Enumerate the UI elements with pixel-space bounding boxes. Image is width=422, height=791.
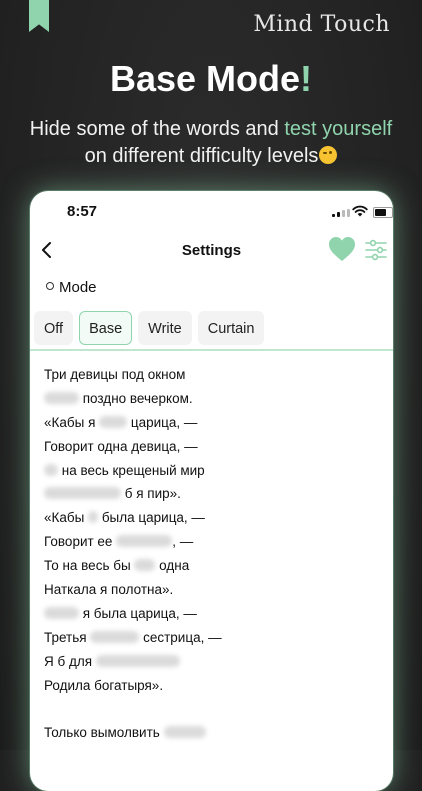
- poem-line: Я б для батюшки-царя: [44, 650, 384, 674]
- subline-post: on different difficulty levels: [84, 145, 319, 167]
- wifi-icon: [352, 205, 368, 217]
- poem-text-segment: царица, —: [127, 414, 198, 430]
- subline-accent: test yourself: [284, 118, 393, 140]
- poem-line: [44, 697, 384, 721]
- mode-tabs: Off Base Write Curtain: [34, 311, 265, 345]
- poem-text-segment: сестрица, —: [139, 629, 222, 645]
- hidden-word[interactable]: успела: [163, 726, 206, 739]
- poem-line: «Кабы я была царица, —: [44, 506, 384, 530]
- bullet-circle-icon: [46, 282, 54, 290]
- battery-icon: [373, 207, 393, 218]
- poem-line: «Кабы я была царица, —: [44, 602, 384, 626]
- hidden-word[interactable]: То: [44, 463, 58, 476]
- hidden-word[interactable]: я: [88, 511, 99, 524]
- poem-line: Приготовила б я пир».: [44, 482, 384, 506]
- poem-text-segment: То на весь бы: [44, 558, 135, 574]
- subline-pre: Hide some of the words and: [29, 118, 285, 140]
- status-time: 8:57: [67, 203, 98, 220]
- hidden-word[interactable]: сестрица: [116, 535, 173, 548]
- hidden-word[interactable]: Приготовила: [44, 487, 121, 500]
- poem-text-segment: «Кабы: [44, 510, 89, 526]
- poem-text-segment: Говорит ее: [44, 534, 117, 550]
- poem-line: То на весь бы мир одна: [44, 554, 384, 578]
- poem-text-segment: Я б для: [44, 653, 96, 669]
- poem-text-segment: Родила богатыря».: [44, 677, 164, 693]
- phone-screen: 8:57 Settings Mode Off Base Write Curtain Т…: [30, 191, 393, 791]
- poem-text-segment: была царица, —: [98, 510, 205, 526]
- poem-text-segment: одна: [155, 558, 190, 574]
- poem-line: Родила богатыря».: [44, 674, 384, 698]
- poem-line: Третья молвила сестрица, —: [44, 626, 384, 650]
- tab-curtain[interactable]: Curtain: [197, 311, 265, 345]
- tab-off[interactable]: Off: [34, 311, 74, 345]
- poem-line: Говорит ее сестрица, —: [44, 530, 384, 554]
- headline-accent: !: [300, 58, 313, 99]
- hidden-word[interactable]: Пряли: [44, 391, 79, 404]
- subline: Hide some of the words and test yourself…: [20, 116, 402, 170]
- headline-main: Base Mode: [109, 58, 301, 99]
- hidden-word[interactable]: молвила: [90, 630, 140, 643]
- poem-line: Наткала я полотна».: [44, 578, 384, 602]
- tab-write[interactable]: Write: [138, 311, 192, 345]
- tabs-divider: [30, 349, 393, 351]
- headline: Base Mode!: [0, 58, 422, 100]
- sliders-icon[interactable]: [365, 239, 387, 261]
- poem-line: Только вымолвить успела: [44, 721, 384, 745]
- poem-text-segment: «Кабы я: [44, 414, 100, 430]
- heart-icon[interactable]: [328, 236, 356, 262]
- hidden-word[interactable]: была: [99, 415, 128, 428]
- hidden-word[interactable]: мир: [134, 559, 156, 572]
- mode-section-label: Mode: [46, 279, 97, 296]
- poem-line: Три девицы под окном: [44, 363, 384, 387]
- poem-text-segment: , —: [172, 534, 194, 550]
- poem-line: То на весь крещеный мир: [44, 459, 384, 483]
- poem-text-segment: Только вымолвить: [44, 725, 164, 741]
- poem-text-segment: Наткала я полотна».: [44, 582, 174, 598]
- poem-text-segment: поздно вечерком.: [79, 390, 193, 406]
- poem-text-segment: Три девицы под окном: [44, 367, 186, 382]
- winking-face-icon: [319, 146, 338, 164]
- tab-base[interactable]: Base: [79, 311, 133, 345]
- poem-text: Три девицы под окном Пряли поздно вечерко…: [44, 363, 384, 745]
- poem-text-segment: Третья: [44, 629, 91, 645]
- poem-text-segment: б я пир».: [121, 486, 181, 502]
- poem-text-segment: я была царица, —: [79, 605, 197, 621]
- mode-label-text: Mode: [59, 279, 97, 296]
- poem-line: Говорит одна девица, —: [44, 435, 384, 459]
- poem-line: Пряли поздно вечерком.: [44, 387, 384, 411]
- brand-name: Mind Touch: [253, 12, 390, 37]
- bookmark-ribbon-icon: [29, 0, 49, 32]
- poem-line: «Кабы я была царица, —: [44, 411, 384, 435]
- hidden-word[interactable]: «Кабы: [44, 606, 79, 619]
- poem-text-segment: на весь крещеный мир: [58, 462, 205, 478]
- cellular-signal-icon: [332, 209, 350, 217]
- hidden-word[interactable]: батюшки-царя: [95, 654, 180, 667]
- poem-text-segment: Говорит одна девица, —: [44, 438, 198, 454]
